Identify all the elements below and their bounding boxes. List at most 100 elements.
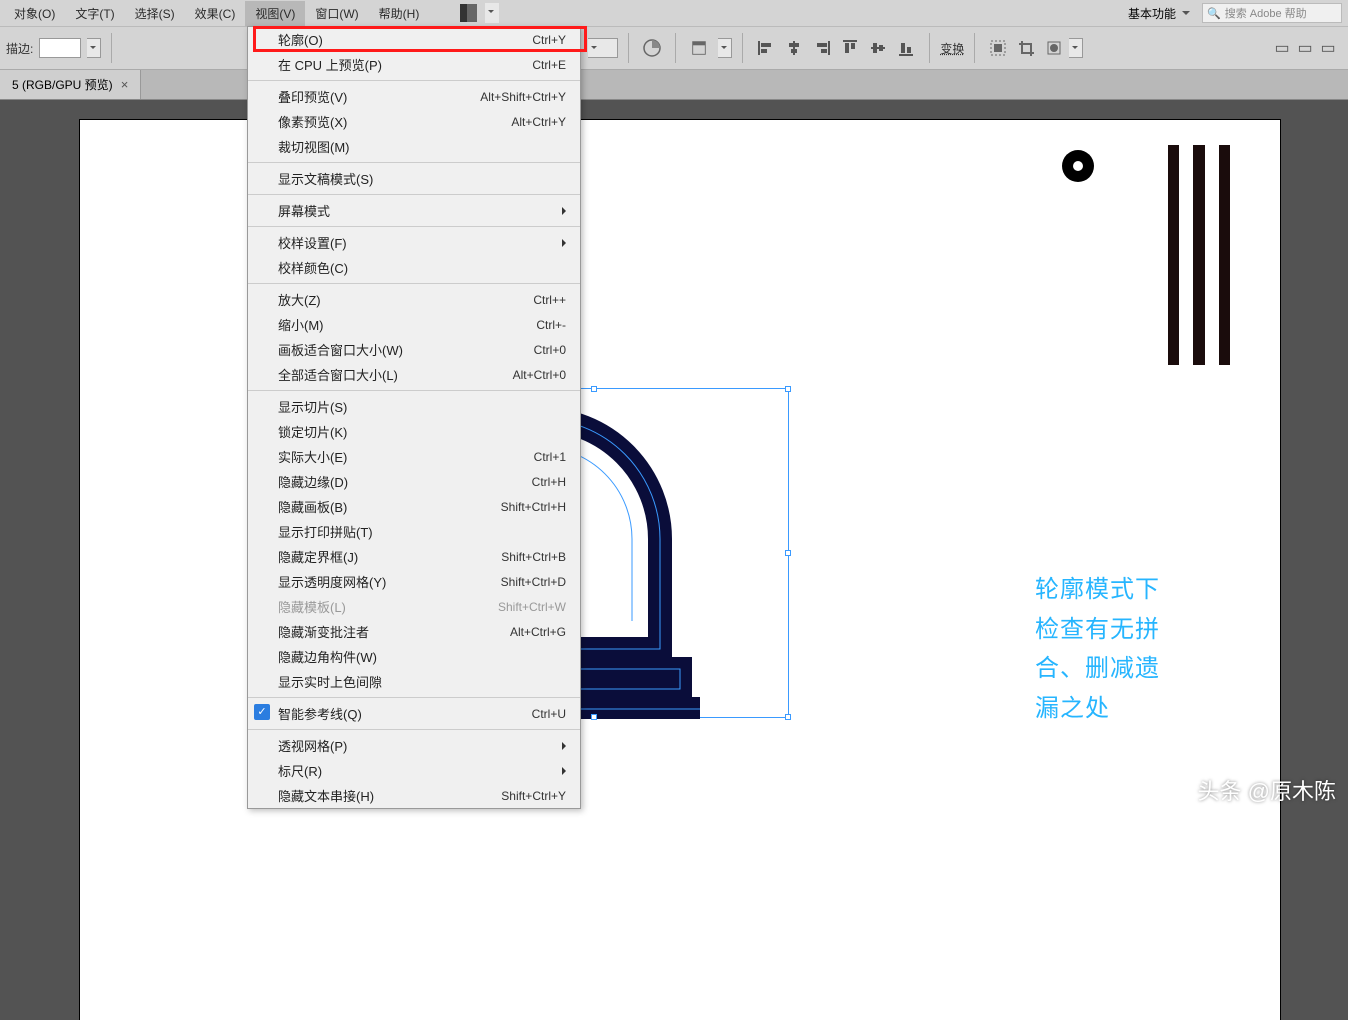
menu-item-label: 隐藏模板(L) <box>278 597 346 616</box>
recolor-icon[interactable] <box>639 35 665 61</box>
menu-item[interactable]: 显示文稿模式(S) <box>248 166 580 191</box>
menu-help[interactable]: 帮助(H) <box>369 1 430 26</box>
menu-item[interactable]: 裁切视图(M) <box>248 134 580 159</box>
menu-item[interactable]: 隐藏边角构件(W) <box>248 644 580 669</box>
menu-item[interactable]: 标尺(R) <box>248 758 580 783</box>
menu-item-label: 显示透明度网格(Y) <box>278 572 386 591</box>
menu-item-label: 隐藏画板(B) <box>278 497 347 516</box>
close-tab-icon[interactable]: × <box>121 77 129 92</box>
crop-icon[interactable] <box>1013 35 1039 61</box>
menu-item[interactable]: 隐藏渐变批注者Alt+Ctrl+G <box>248 619 580 644</box>
menu-object[interactable]: 对象(O) <box>4 1 65 26</box>
menu-item-shortcut: Alt+Shift+Ctrl+Y <box>480 90 566 104</box>
menu-item-shortcut: Shift+Ctrl+Y <box>501 789 566 803</box>
arrange-documents-icon[interactable] <box>459 0 485 26</box>
handle-tr[interactable] <box>785 386 791 392</box>
menu-item[interactable]: 屏幕模式 <box>248 198 580 223</box>
menu-item[interactable]: 显示打印拼贴(T) <box>248 519 580 544</box>
document-setup-dropdown[interactable] <box>718 38 732 58</box>
search-icon: 🔍 <box>1207 7 1221 20</box>
align-buttons <box>753 35 919 61</box>
menu-item[interactable]: 锁定切片(K) <box>248 419 580 444</box>
menu-item[interactable]: 叠印预览(V)Alt+Shift+Ctrl+Y <box>248 84 580 109</box>
menu-item[interactable]: 显示实时上色间隙 <box>248 669 580 694</box>
tab-title: 5 (RGB/GPU 预览) <box>12 76 113 93</box>
panel-icon-1[interactable]: ▭ <box>1272 38 1292 58</box>
align-vcenter-icon[interactable] <box>865 35 891 61</box>
align-top-icon[interactable] <box>837 35 863 61</box>
menu-item-label: 隐藏定界框(J) <box>278 547 358 566</box>
menu-text[interactable]: 文字(T) <box>65 1 124 26</box>
menu-item[interactable]: 轮廓(O)Ctrl+Y <box>248 27 580 52</box>
menu-item-label: 显示切片(S) <box>278 397 347 416</box>
watermark: 头条 @原木陈 <box>1198 774 1336 806</box>
menu-item-shortcut: Shift+Ctrl+D <box>501 575 566 589</box>
menu-item[interactable]: 实际大小(E)Ctrl+1 <box>248 444 580 469</box>
donut-shape <box>1062 150 1094 182</box>
menu-item[interactable]: 缩小(M)Ctrl+- <box>248 312 580 337</box>
menu-item-label: 隐藏文本串接(H) <box>278 786 374 805</box>
menu-item[interactable]: 隐藏边缘(D) Ctrl+H <box>248 469 580 494</box>
menu-item-label: 像素预览(X) <box>278 112 347 131</box>
menu-item[interactable]: 显示切片(S) <box>248 394 580 419</box>
document-setup-icon[interactable] <box>686 35 712 61</box>
mask-dropdown[interactable] <box>1069 38 1083 58</box>
menu-separator <box>248 697 580 698</box>
menu-item-label: 全部适合窗口大小(L) <box>278 365 398 384</box>
menu-effect[interactable]: 效果(C) <box>185 1 246 26</box>
menu-select[interactable]: 选择(S) <box>125 1 185 26</box>
menu-item[interactable]: 显示透明度网格(Y) Shift+Ctrl+D <box>248 569 580 594</box>
panel-icon-2[interactable]: ▭ <box>1295 38 1315 58</box>
menu-item-label: 隐藏边缘(D) <box>278 472 348 491</box>
panel-icon-3[interactable]: ▭ <box>1318 38 1338 58</box>
arrange-dropdown[interactable] <box>485 3 499 23</box>
search-input[interactable]: 🔍 搜索 Adobe 帮助 <box>1202 3 1342 23</box>
menu-view[interactable]: 视图(V) <box>245 1 305 26</box>
menu-item-shortcut: Ctrl+U <box>532 707 566 721</box>
menu-item[interactable]: 智能参考线(Q)Ctrl+U <box>248 701 580 726</box>
menu-window[interactable]: 窗口(W) <box>305 1 368 26</box>
menu-item[interactable]: 隐藏定界框(J)Shift+Ctrl+B <box>248 544 580 569</box>
menu-item-shortcut: Ctrl+H <box>532 475 566 489</box>
menu-item[interactable]: 透视网格(P) <box>248 733 580 758</box>
menu-item[interactable]: 画板适合窗口大小(W)Ctrl+0 <box>248 337 580 362</box>
transform-label[interactable]: 变换 <box>940 40 964 57</box>
menu-item-shortcut: Ctrl++ <box>533 293 566 307</box>
align-hcenter-icon[interactable] <box>781 35 807 61</box>
menu-item-shortcut: Shift+Ctrl+H <box>501 500 566 514</box>
align-bottom-icon[interactable] <box>893 35 919 61</box>
menu-item[interactable]: 校样设置(F) <box>248 230 580 255</box>
menu-separator <box>248 226 580 227</box>
menu-separator <box>248 162 580 163</box>
document-tab[interactable]: 5 (RGB/GPU 预览) × <box>0 70 141 99</box>
stroke-color-swatch[interactable] <box>39 38 81 58</box>
isolate-icon[interactable] <box>985 35 1011 61</box>
menu-item[interactable]: 在 CPU 上预览(P)Ctrl+E <box>248 52 580 77</box>
handle-mr[interactable] <box>785 550 791 556</box>
stroke-color-dropdown[interactable] <box>87 38 101 58</box>
menu-item-shortcut: Alt+Ctrl+Y <box>511 115 566 129</box>
workspace-switcher[interactable]: 基本功能 <box>1120 2 1194 25</box>
menu-item-shortcut: Alt+Ctrl+G <box>510 625 566 639</box>
menu-item-shortcut: Ctrl+1 <box>534 450 566 464</box>
opacity-dropdown[interactable] <box>588 38 618 58</box>
menu-item[interactable]: 校样颜色(C) <box>248 255 580 280</box>
view-menu-dropdown: 轮廓(O)Ctrl+Y在 CPU 上预览(P)Ctrl+E 叠印预览(V)Alt+… <box>247 26 581 809</box>
handle-bm[interactable] <box>591 714 597 720</box>
align-left-icon[interactable] <box>753 35 779 61</box>
menu-separator <box>248 283 580 284</box>
canvas[interactable]: 轮廓模式下 检查有无拼 合、删减遗 漏之处 <box>0 100 1348 814</box>
menu-item[interactable]: 全部适合窗口大小(L)Alt+Ctrl+0 <box>248 362 580 387</box>
annotation-text: 轮廓模式下 检查有无拼 合、删减遗 漏之处 <box>1035 570 1160 728</box>
handle-tm[interactable] <box>591 386 597 392</box>
menu-item[interactable]: 放大(Z)Ctrl++ <box>248 287 580 312</box>
align-right-icon[interactable] <box>809 35 835 61</box>
menu-item[interactable]: 隐藏文本串接(H) Shift+Ctrl+Y <box>248 783 580 808</box>
menu-item-label: 画板适合窗口大小(W) <box>278 340 403 359</box>
menu-item[interactable]: 像素预览(X) Alt+Ctrl+Y <box>248 109 580 134</box>
menu-separator <box>248 194 580 195</box>
handle-br[interactable] <box>785 714 791 720</box>
mask-icon[interactable] <box>1041 35 1067 61</box>
menu-item-label: 在 CPU 上预览(P) <box>278 55 382 74</box>
menu-item[interactable]: 隐藏画板(B) Shift+Ctrl+H <box>248 494 580 519</box>
